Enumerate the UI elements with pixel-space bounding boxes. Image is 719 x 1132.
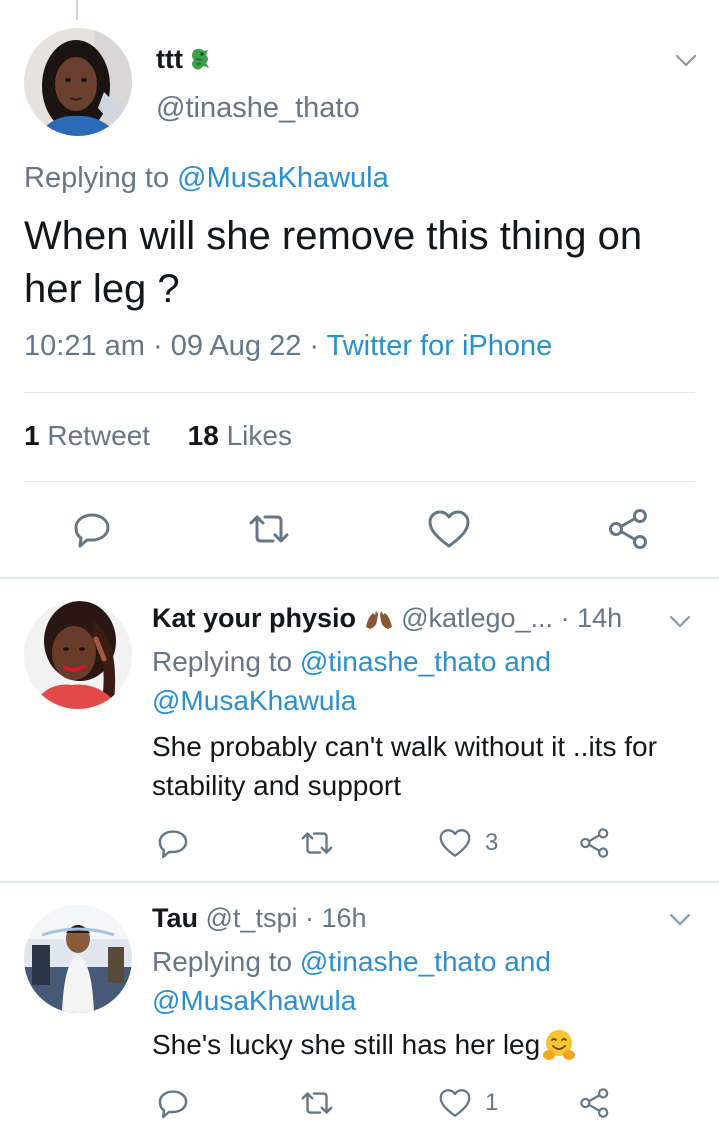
reply-button[interactable] (155, 1081, 191, 1125)
reply-time: 16h (321, 903, 367, 933)
replying-prefix: Replying to (152, 646, 300, 677)
replying-to-line: Replying to @MusaKhawula (24, 162, 389, 195)
chevron-down-icon[interactable] (674, 48, 698, 72)
meta-separator: · (553, 603, 578, 633)
reply-tweet[interactable]: Tau @t_tspi · 16h Replying to @tinashe_t… (0, 883, 719, 1132)
divider (24, 392, 695, 393)
likes-stat[interactable]: 18 Likes (188, 420, 292, 451)
likes-label: Likes (218, 420, 292, 451)
replying-to-link[interactable]: @MusaKhawula (152, 985, 356, 1016)
like-button[interactable] (424, 504, 474, 554)
replying-to-line: Replying to @tinashe_thato and @MusaKhawu… (152, 942, 712, 1020)
retweet-button[interactable] (298, 1081, 336, 1125)
retweet-count: 1 (24, 420, 40, 451)
author-name-text: ttt (156, 44, 183, 74)
tweet-stats: 1 Retweet 18 Likes (24, 420, 292, 452)
reply-icon (158, 1090, 188, 1119)
tweet-time: 10:21 am (24, 330, 145, 362)
share-icon (580, 828, 609, 858)
replying-and: and (496, 646, 551, 677)
avatar[interactable] (24, 601, 132, 709)
reply-actions: 3 (0, 821, 719, 865)
replying-to-link[interactable]: @tinashe_thato (300, 946, 497, 977)
divider (24, 481, 695, 482)
share-button[interactable] (604, 504, 654, 554)
share-button[interactable] (578, 821, 612, 865)
reply-icon (74, 513, 110, 548)
heart-icon (439, 829, 471, 857)
retweet-button[interactable] (244, 504, 294, 554)
reply-actions: 1 (0, 1081, 719, 1125)
reply-text: She's lucky she still has her leg (152, 1029, 541, 1060)
author-handle[interactable]: @t_tspi (206, 903, 298, 933)
retweet-button[interactable] (298, 821, 336, 865)
share-button[interactable] (578, 1081, 612, 1125)
retweet-icon (249, 515, 289, 543)
tweet-date: 09 Aug 22 (170, 330, 302, 362)
avatar[interactable] (24, 28, 132, 136)
author-name[interactable]: Tau (152, 903, 198, 933)
replying-to-link[interactable]: @MusaKhawula (177, 162, 389, 194)
meta-separator: · (297, 903, 322, 933)
tweet-actions (0, 504, 719, 556)
avatar[interactable] (24, 905, 132, 1013)
likes-count: 18 (187, 420, 219, 451)
meta-separator: · (144, 330, 171, 362)
chevron-down-icon[interactable] (668, 907, 692, 931)
tweet-source-link[interactable]: Twitter for iPhone (327, 330, 553, 362)
meta-separator: · (301, 330, 327, 362)
chevron-down-icon[interactable] (668, 609, 692, 633)
replying-to-link[interactable]: @tinashe_thato (300, 646, 497, 677)
reply-text-line: She's lucky she still has her leg (152, 1025, 712, 1064)
heart-icon (428, 510, 470, 548)
replying-and: and (496, 946, 551, 977)
share-icon (609, 509, 647, 549)
main-tweet: ttt @tinashe_thato Replying to @MusaKhaw… (0, 0, 719, 578)
reply-button[interactable] (155, 821, 191, 865)
replying-to-line: Replying to @tinashe_thato and @MusaKhawu… (152, 642, 712, 720)
like-button[interactable]: 1 (437, 1081, 498, 1125)
hugging-face-emoji-icon (542, 1028, 576, 1062)
replying-prefix: Replying to (24, 162, 178, 194)
like-count: 1 (485, 1089, 499, 1116)
retweet-icon (301, 832, 333, 854)
reply-icon (158, 830, 188, 859)
dragon-emoji-icon (189, 47, 211, 73)
reply-header: Kat your physio @katlego_... · 14h (152, 603, 622, 634)
retweet-icon (301, 1092, 333, 1114)
heart-icon (439, 1089, 471, 1117)
like-count: 3 (485, 829, 499, 856)
tweet-text: When will she remove this thing on her l… (24, 214, 643, 311)
reply-time: 14h (577, 603, 623, 633)
like-button[interactable]: 3 (437, 821, 498, 865)
replying-prefix: Replying to (152, 946, 300, 977)
retweets-stat[interactable]: 1 Retweet (24, 420, 150, 451)
reply-button[interactable] (67, 504, 117, 554)
author-name[interactable]: ttt (156, 44, 211, 75)
reply-tweet[interactable]: Kat your physio @katlego_... · 14h Reply… (0, 579, 719, 881)
raising-hands-emoji-icon (364, 609, 394, 631)
reply-header: Tau @t_tspi · 16h (152, 903, 367, 934)
tweet-meta: 10:21 am · 09 Aug 22 · Twitter for iPhon… (24, 330, 552, 363)
share-icon (580, 1088, 609, 1118)
reply-text: She probably can't walk without it ..its… (152, 731, 657, 801)
replying-to-link[interactable]: @MusaKhawula (152, 685, 356, 716)
author-handle[interactable]: @katlego_... (401, 603, 553, 633)
author-name[interactable]: Kat your physio (152, 603, 356, 633)
author-handle[interactable]: @tinashe_thato (156, 92, 360, 125)
retweet-label: Retweet (39, 420, 151, 451)
